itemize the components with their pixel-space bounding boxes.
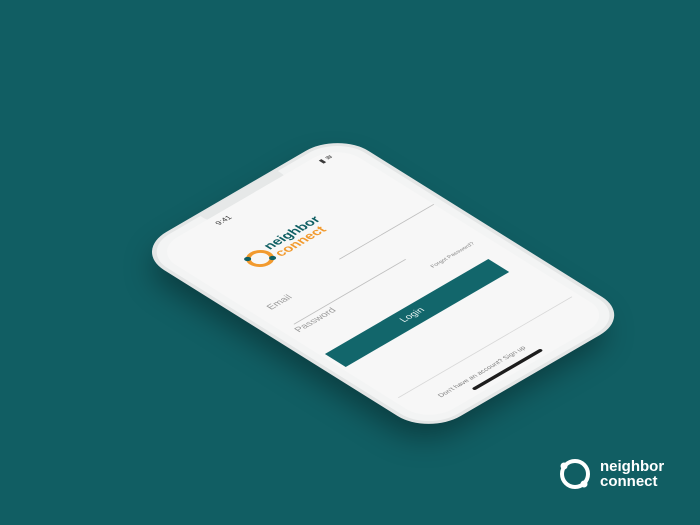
login-button-label: Login [397,306,428,324]
brand-wordmark: neighbor connect [600,459,664,489]
app-logo: neighbor connect [244,214,330,267]
status-time: 9:41 [213,214,234,227]
brand-logo: neighbor connect [556,452,676,496]
brand-word-neighbor: neighbor [600,458,665,475]
forgot-password-link[interactable]: Forgot Password? [430,242,477,269]
phone-mockup: 9:41 ▮ ≋ neighbor connect Email Password… [140,136,626,431]
login-button[interactable]: Login [324,259,510,367]
brand-word-connect: connect [600,473,658,490]
signup-link[interactable]: Don't have an account? Sign up [437,345,528,398]
brand-mark-icon [560,459,590,489]
status-signal-icon: ▮ ≋ [316,153,336,165]
phone-frame: 9:41 ▮ ≋ neighbor connect Email Password… [140,136,626,431]
password-field[interactable] [293,259,407,325]
email-placeholder: Email [264,293,296,312]
login-content: 9:41 ▮ ≋ neighbor connect Email Password… [153,144,612,423]
app-screen: 9:41 ▮ ≋ neighbor connect Email Password… [153,144,613,423]
